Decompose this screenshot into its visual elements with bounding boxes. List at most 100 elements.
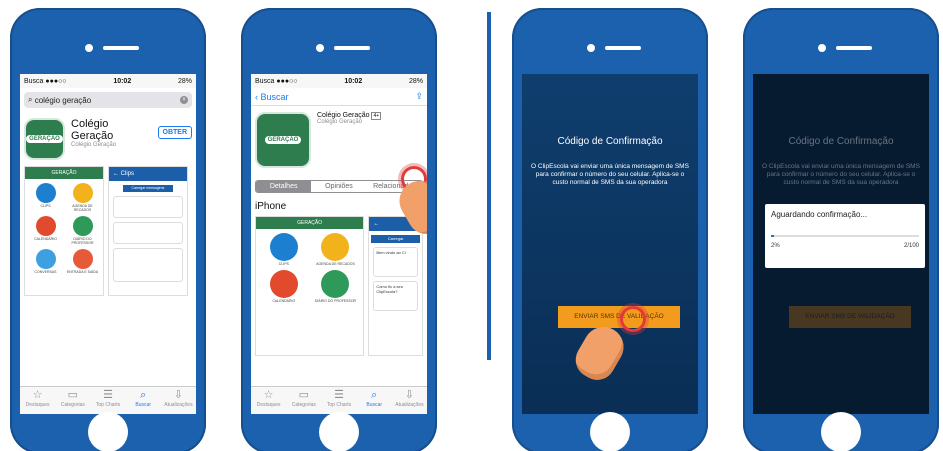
message-card: Como fic a seu ClipEscola? — [373, 281, 418, 311]
tab-search[interactable]: ⌕ Buscar — [126, 387, 161, 414]
clock: 10:02 — [113, 77, 132, 85]
progress-count: 2/100 — [903, 243, 919, 249]
tab-updates[interactable]: ⇩ Atualizações — [161, 387, 196, 414]
segment-details[interactable]: Detalhes — [256, 181, 312, 192]
screenshot-header: ← Clips — [109, 167, 187, 181]
home-button[interactable] — [319, 412, 359, 451]
share-icon[interactable]: ⇪ — [415, 91, 423, 102]
screen-title: Código de Confirmação — [557, 136, 663, 147]
speaker — [605, 46, 641, 50]
clear-icon[interactable]: × — [180, 96, 188, 104]
speaker — [103, 46, 139, 50]
download-icon: ⇩ — [173, 389, 184, 401]
chat-icon — [35, 249, 56, 269]
clips-icon — [35, 183, 56, 203]
status-bar: Busca ●●●○○ 10:02 28% — [20, 74, 196, 88]
carrier-label: Busca ●●●○○ — [255, 77, 298, 85]
search-icon: ⌕ — [140, 389, 147, 401]
screenshots: GERAÇÃO CLIPS AGENDA DE RECADOS CALENDÁR… — [251, 216, 427, 356]
message-card: Bem vindo ao Cl — [373, 247, 418, 277]
agenda-icon — [321, 233, 350, 261]
load-button: Carregar — [371, 235, 420, 243]
back-button[interactable]: ‹ Buscar — [255, 92, 289, 102]
app-store-search-screen: Busca ●●●○○ 10:02 28% ⌕ colégio geração … — [20, 74, 196, 414]
search-icon: ⌕ — [371, 389, 378, 401]
screenshot-1: GERAÇÃO CLIPS AGENDA DE RECADOS CALENDÁR… — [24, 166, 104, 296]
agenda-icon — [72, 183, 93, 203]
tab-bar: ☆ Destaques ▭ Categorias ☰ Top Charts ⌕ Busc… — [251, 386, 427, 414]
clock: 10:02 — [344, 77, 363, 85]
screen-description: O ClipEscola vai enviar uma única mensag… — [531, 163, 689, 186]
calendar-icon — [269, 270, 298, 298]
search-icon: ⌕ — [28, 95, 35, 104]
tab-top-charts[interactable]: ☰ Top Charts — [90, 387, 125, 414]
segment-reviews[interactable]: Opiniões — [311, 181, 366, 192]
progress-percent: 2% — [771, 243, 780, 249]
screen-title: Código de Confirmação — [788, 136, 894, 147]
phone-4: Código de Confirmação O ClipEscola vai e… — [743, 8, 939, 451]
get-button[interactable]: OBTER — [157, 126, 192, 139]
categories-icon: ▭ — [67, 389, 78, 401]
tab-categories[interactable]: ▭ Categorias — [55, 387, 90, 414]
age-badge: 4+ — [371, 112, 382, 120]
screenshot-header: GERAÇÃO — [25, 167, 103, 179]
send-sms-button: ENVIAR SMS DE VALIDAÇÃO — [789, 306, 911, 328]
home-button[interactable] — [821, 412, 861, 451]
home-button[interactable] — [590, 412, 630, 451]
camera-dot — [818, 44, 826, 52]
tab-featured[interactable]: ☆ Destaques — [20, 387, 55, 414]
download-icon: ⇩ — [404, 389, 415, 401]
graduation-cap-icon — [72, 216, 93, 236]
search-input[interactable]: ⌕ colégio geração × — [24, 92, 192, 108]
categories-icon: ▭ — [298, 389, 309, 401]
phone-1: Busca ●●●○○ 10:02 28% ⌕ colégio geração … — [10, 8, 206, 451]
status-bar: Busca ●●●○○ 10:02 28% — [251, 74, 427, 88]
tab-top-charts[interactable]: ☰ Top Charts — [321, 387, 356, 414]
calendar-icon — [35, 216, 56, 236]
phone-2: Busca ●●●○○ 10:02 28% ‹ Buscar ⇪ GERAÇÃO… — [241, 8, 437, 451]
tab-featured[interactable]: ☆ Destaques — [251, 387, 286, 414]
progress-bar — [771, 235, 919, 237]
screenshot-header: GERAÇÃO — [256, 217, 364, 229]
app-logo: GERAÇÃO — [24, 118, 66, 160]
tab-bar: ☆ Destaques ▭ Categorias ☰ Top Charts ⌕ Busc… — [20, 386, 196, 414]
pointing-hand-icon — [569, 319, 631, 387]
message-card — [113, 222, 183, 244]
speaker — [836, 46, 872, 50]
app-logo: GERAÇÃO — [255, 112, 311, 168]
camera-dot — [316, 44, 324, 52]
screenshot-2: ← Clips Carregar mensagens — [108, 166, 188, 296]
nav-bar: ‹ Buscar ⇪ — [251, 88, 427, 106]
tab-search[interactable]: ⌕ Buscar — [357, 387, 392, 414]
message-card — [113, 248, 183, 282]
battery-label: 28% — [408, 77, 423, 85]
screen-description: O ClipEscola vai enviar uma única mensag… — [762, 163, 920, 186]
tap-indicator — [620, 306, 646, 332]
app-header: GERAÇÃO Colégio Geração 4+ Colégio Geraç… — [251, 106, 427, 174]
graduation-cap-icon — [321, 270, 350, 298]
tab-categories[interactable]: ▭ Categorias — [286, 387, 321, 414]
clips-icon — [269, 233, 298, 261]
phone-3: Código de Confirmação O ClipEscola vai e… — [512, 8, 708, 451]
progress-fill — [771, 235, 774, 237]
confirmation-screen: Código de Confirmação O ClipEscola vai e… — [522, 74, 698, 414]
app-developer: Colégio Geração — [71, 142, 117, 148]
screenshot-1: GERAÇÃO CLIPS AGENDA DE RECADOS CALENDÁR… — [255, 216, 365, 356]
star-icon: ☆ — [263, 389, 274, 401]
screenshot-2: ← Carregar Bem vindo ao Cl Como fic a se… — [368, 216, 423, 356]
progress-dialog: Aguardando confirmação... 2% 2/100 — [765, 204, 925, 268]
list-icon: ☰ — [103, 389, 113, 401]
load-messages-button: Carregar mensagens — [123, 185, 173, 192]
home-button[interactable] — [88, 412, 128, 451]
camera-dot — [85, 44, 93, 52]
tab-updates[interactable]: ⇩ Atualizações — [392, 387, 427, 414]
waiting-screen: Código de Confirmação O ClipEscola vai e… — [753, 74, 929, 414]
list-icon: ☰ — [334, 389, 344, 401]
app-name: Colégio Geração — [71, 118, 114, 142]
tutorial-stage: Busca ●●●○○ 10:02 28% ⌕ colégio geração … — [0, 0, 943, 451]
send-sms-button[interactable]: ENVIAR SMS DE VALIDAÇÃO — [558, 306, 680, 328]
battery-label: 28% — [177, 77, 192, 85]
screenshots: GERAÇÃO CLIPS AGENDA DE RECADOS CALENDÁR… — [20, 166, 196, 296]
app-name: Colégio Geração — [317, 112, 370, 119]
app-result[interactable]: GERAÇÃO Colégio Geração Colégio Geração … — [20, 112, 196, 166]
